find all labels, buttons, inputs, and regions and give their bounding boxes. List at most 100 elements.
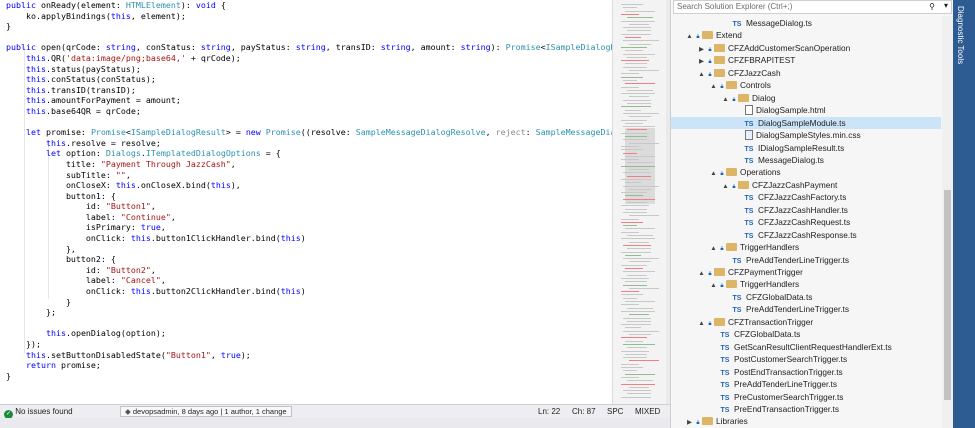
tree-folder[interactable]: ▲ 🔒︎ CFZTransactionTrigger [671, 316, 941, 328]
minimap-line [623, 53, 655, 55]
tree-folder[interactable]: ▲ 🔒︎ CFZPaymentTrigger [671, 266, 941, 278]
tree-item-label: DialogSample.html [756, 105, 826, 116]
minimap-line [625, 37, 641, 38]
tree-folder[interactable]: ▶ 🔒︎ CFZFBRAPITEST [671, 54, 941, 66]
tree-file[interactable]: TS CFZGlobalData.ts [671, 328, 941, 340]
tree-folder[interactable]: ▶ 🔒︎ Libraries [671, 415, 941, 427]
chevron-down-icon[interactable]: ▾ [944, 1, 948, 10]
code-line: onClick: this.button2ClickHandler.bind(t… [6, 286, 612, 297]
code-token: id: [6, 201, 106, 212]
code-minimap[interactable] [612, 0, 666, 404]
tree-folder[interactable]: ▲ 🔒︎ Operations [671, 166, 941, 178]
minimap-line [627, 30, 651, 32]
collapsed-arrow-icon[interactable]: ▶ [685, 417, 694, 428]
minimap-line [627, 235, 653, 236]
tree-item-label: Extend [716, 30, 742, 41]
minimap-line [621, 291, 639, 293]
tree-file[interactable]: TS CFZJazzCashHandler.ts [671, 204, 941, 216]
code-line: }); [6, 339, 612, 350]
tree-folder[interactable]: ▲ 🔒︎ Dialog [671, 92, 941, 104]
tree-file[interactable]: TS PreEndTransactionTrigger.ts [671, 403, 941, 415]
minimap-line [621, 192, 647, 194]
code-line: id: "Button2", [6, 265, 612, 276]
code-token: this [130, 286, 151, 297]
tree-item-label: PreCustomerSearchTrigger.ts [734, 391, 844, 402]
code-token: .status(payStatus); [45, 63, 141, 74]
minimap-line [621, 221, 643, 223]
whitespace-mode[interactable]: SPC [607, 407, 623, 416]
tree-file[interactable]: TS PreAddTenderLineTrigger.ts [671, 254, 941, 266]
git-user-icon: ◆ [125, 407, 133, 416]
tree-file[interactable]: DialogSample.html [671, 104, 941, 116]
minimap-line [621, 86, 639, 88]
tree-item-label: MessageDialog.ts [758, 154, 824, 165]
minimap-line [621, 76, 643, 78]
code-token: button1: { [6, 190, 116, 201]
minimap-line [625, 83, 655, 85]
tree-file[interactable]: TS IDialogSampleResult.ts [671, 142, 941, 154]
tree-folder[interactable]: ▲ 🔒︎ CFZJazzCash [671, 67, 941, 79]
minimap-line [621, 93, 655, 95]
tree-file[interactable]: TS CFZJazzCashResponse.ts [671, 229, 941, 241]
tree-folder[interactable]: ▲ 🔒︎ Extend [671, 29, 941, 41]
tree-folder[interactable]: ▲ 🔒︎ TriggerHandlers [671, 278, 941, 290]
tree-file[interactable]: TS DialogSampleModule.ts [671, 116, 941, 129]
git-blame-info[interactable]: ◆ devopsadmin, 8 days ago | 1 author, 1 … [120, 406, 292, 417]
side-tab-label: Diagnostic Tools [956, 6, 965, 65]
code-token: .onCloseX.bind( [135, 180, 211, 191]
tree-item-label: Operations [740, 167, 781, 178]
minimap-line [623, 357, 647, 359]
code-token: "Cancel" [120, 275, 161, 286]
minimap-line [625, 228, 655, 230]
code-token: string [200, 42, 231, 53]
tree-file[interactable]: TS MessageDialog.ts [671, 154, 941, 166]
code-token: this [25, 63, 46, 74]
code-token: ): [180, 0, 196, 10]
tree-file[interactable]: TS CFZGlobalData.ts [671, 291, 941, 303]
line-indicator[interactable]: Ln: 22 [538, 407, 560, 416]
search-icon[interactable]: ⚲ [929, 2, 935, 11]
code-token: }; [6, 307, 56, 318]
tree-file[interactable]: DialogSampleStyles.min.css [671, 129, 941, 141]
minimap-line [621, 304, 639, 306]
tree-file[interactable]: TS MessageDialog.ts [671, 17, 941, 29]
tree-folder[interactable]: ▶ 🔒︎ CFZAddCustomerScanOperation [671, 42, 941, 54]
tree-folder[interactable]: ▲ 🔒︎ Controls [671, 79, 941, 91]
tree-file[interactable]: TS PreCustomerSearchTrigger.ts [671, 391, 941, 403]
code-line: title: "Payment Through JazzCash", [6, 159, 612, 170]
code-editor[interactable]: public onReady(element: HTMLElement): vo… [0, 0, 612, 404]
minimap-line [627, 380, 653, 382]
search-placeholder: Search Solution Explorer (Ctrl+;) [677, 2, 793, 11]
tree-file[interactable]: TS PreAddTenderLineTrigger.ts [671, 378, 941, 390]
tree-folder[interactable]: ▲ 🔒︎ TriggerHandlers [671, 241, 941, 253]
diagnostic-tools-tab[interactable]: Diagnostic Tools [953, 0, 975, 428]
code-token: Promise [90, 127, 126, 138]
folder-icon [714, 268, 725, 276]
code-text[interactable]: public onReady(element: HTMLElement): vo… [6, 0, 612, 404]
code-line: return promise; [6, 360, 612, 371]
tree-file[interactable]: TS PreAddTenderLineTrigger.ts [671, 303, 941, 315]
minimap-line [621, 73, 639, 75]
code-token: 'data:image/png;base64,' [65, 52, 186, 63]
code-token: Promise [505, 42, 541, 53]
code-token: , amount: [410, 42, 461, 53]
code-token: SampleMessageDialogReject [535, 127, 612, 138]
minimap-line [627, 89, 653, 91]
solution-scrollbar-thumb[interactable] [944, 190, 951, 400]
tree-file[interactable]: TS CFZJazzCashRequest.ts [671, 216, 941, 228]
tree-file[interactable]: TS CFZJazzCashFactory.ts [671, 191, 941, 203]
tree-file[interactable]: TS PostCustomerSearchTrigger.ts [671, 353, 941, 365]
col-indicator[interactable]: Ch: 87 [572, 407, 596, 416]
line-ending-mode[interactable]: MIXED [635, 407, 660, 416]
solution-search-input[interactable]: Search Solution Explorer (Ctrl+;) ⚲ ▾ [673, 0, 952, 14]
minimap-line [621, 363, 639, 365]
minimap-line [629, 386, 649, 388]
tree-file[interactable]: TS PostEndTransactionTrigger.ts [671, 366, 941, 378]
minimap-line [625, 373, 655, 375]
code-line: this.resolve = resolve; [6, 138, 612, 149]
minimap-line [627, 56, 647, 58]
minimap-line [621, 165, 655, 167]
tree-folder[interactable]: ▲ 🔒︎ CFZJazzCashPayment [671, 179, 941, 191]
tree-file[interactable]: TS GetScanResultClientRequestHandlerExt.t… [671, 341, 941, 353]
